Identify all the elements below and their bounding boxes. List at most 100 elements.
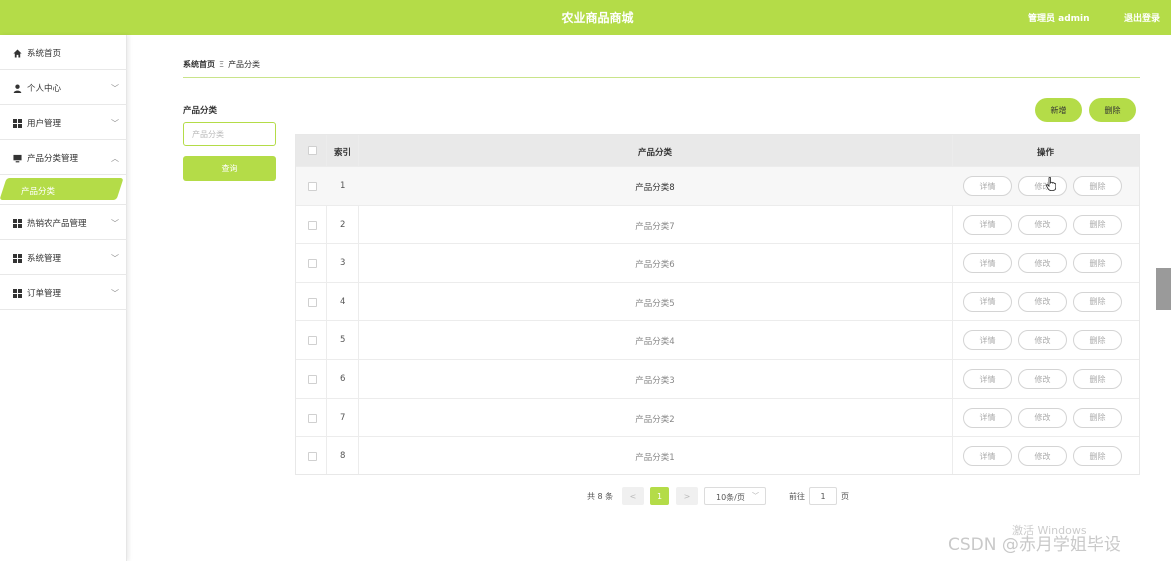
- table-row[interactable]: 3 产品分类6 详情 修改 删除: [296, 243, 1139, 282]
- row-index: 8: [340, 451, 346, 462]
- goto-label: 前往: [789, 492, 805, 501]
- sidebar-item-label: 热销农产品管理: [27, 219, 87, 229]
- row-checkbox[interactable]: [308, 336, 317, 346]
- row-category-name: 产品分类4: [635, 337, 675, 348]
- detail-button[interactable]: 详情: [963, 407, 1012, 428]
- delete-button[interactable]: 删除: [1073, 407, 1122, 428]
- pagination-total: 共 8 条: [587, 492, 614, 501]
- sidebar-item-system-management[interactable]: 系统管理 ﹀: [0, 240, 127, 275]
- admin-user-label: 管理员 admin: [1028, 14, 1090, 24]
- row-category-name: 产品分类1: [635, 453, 675, 464]
- add-button[interactable]: 新增: [1035, 98, 1082, 122]
- detail-button[interactable]: 详情: [963, 446, 1012, 467]
- page-size-select[interactable]: 10条/页 ﹀: [704, 487, 766, 505]
- breadcrumb-separator: Ξ: [219, 60, 225, 69]
- delete-button[interactable]: 删除: [1073, 176, 1122, 196]
- table-row[interactable]: 7 产品分类2 详情 修改 删除: [296, 397, 1139, 437]
- column-header-index: 索引: [334, 148, 352, 158]
- table-row[interactable]: 2 产品分类7 详情 修改 删除: [296, 204, 1139, 244]
- sidebar-item-label: 系统管理: [27, 254, 62, 264]
- sidebar-item-label: 订单管理: [27, 289, 62, 299]
- page-number-button[interactable]: 1: [650, 487, 669, 505]
- sidebar-item-label: 个人中心: [27, 84, 62, 94]
- table-row[interactable]: 6 产品分类3 详情 修改 删除: [296, 359, 1139, 398]
- sidebar-item-hot-products[interactable]: 热销农产品管理 ﹀: [0, 205, 127, 240]
- prev-page-button[interactable]: <: [622, 487, 644, 505]
- row-index: 2: [340, 219, 346, 230]
- detail-button[interactable]: 详情: [963, 214, 1012, 235]
- grid-icon: [13, 119, 22, 128]
- chevron-down-icon: ﹀: [111, 219, 119, 228]
- delete-button[interactable]: 删除: [1073, 214, 1122, 235]
- breadcrumb-home[interactable]: 系统首页: [183, 60, 215, 69]
- edit-button[interactable]: 修改: [1018, 446, 1067, 467]
- delete-button[interactable]: 删除: [1073, 369, 1122, 389]
- chevron-down-icon: ﹀: [111, 254, 119, 263]
- table-row[interactable]: 5 产品分类4 详情 修改 删除: [296, 320, 1139, 359]
- breadcrumb-divider: [183, 77, 1140, 78]
- sidebar-item-home[interactable]: 系统首页: [0, 35, 127, 70]
- sidebar-item-label: 系统首页: [27, 49, 62, 59]
- table-row[interactable]: 1 产品分类8 详情 修改 删除: [296, 166, 1139, 205]
- home-icon: [13, 49, 22, 58]
- page-unit-label: 页: [841, 492, 849, 501]
- edit-button[interactable]: 修改: [1018, 407, 1067, 428]
- sidebar-item-category-management[interactable]: 产品分类管理 ︿: [0, 140, 127, 175]
- chevron-up-icon: ︿: [111, 154, 119, 163]
- active-highlight: [0, 178, 124, 200]
- delete-button[interactable]: 删除: [1073, 330, 1122, 351]
- row-category-name: 产品分类6: [635, 260, 675, 271]
- row-checkbox[interactable]: [308, 297, 317, 307]
- row-checkbox[interactable]: [308, 220, 317, 230]
- sidebar-item-personal-center[interactable]: 个人中心 ﹀: [0, 70, 127, 105]
- edit-button[interactable]: 修改: [1018, 253, 1067, 274]
- chevron-down-icon: ﹀: [111, 289, 119, 298]
- monitor-icon: [13, 154, 22, 163]
- sidebar-subitem-product-category[interactable]: 产品分类: [0, 175, 127, 205]
- top-bar: 农业商品商城 管理员 admin 退出登录: [0, 0, 1171, 35]
- row-category-name: 产品分类2: [635, 414, 675, 425]
- hand-cursor-icon: [1046, 177, 1056, 191]
- row-category-name: 产品分类7: [635, 221, 675, 232]
- edit-button[interactable]: 修改: [1018, 369, 1067, 389]
- edit-button[interactable]: 修改: [1018, 291, 1067, 312]
- site-title: 农业商品商城: [561, 11, 634, 25]
- delete-button[interactable]: 删除: [1073, 446, 1122, 467]
- batch-delete-button[interactable]: 删除: [1089, 98, 1136, 122]
- row-category-name: 产品分类8: [635, 183, 675, 193]
- query-button[interactable]: 查询: [183, 156, 276, 181]
- edit-button[interactable]: 修改: [1018, 214, 1067, 235]
- category-search-input[interactable]: [183, 122, 276, 146]
- edit-button[interactable]: 修改: [1018, 176, 1067, 196]
- scrollbar-thumb[interactable]: [1156, 268, 1171, 310]
- sidebar: 系统首页 个人中心 ﹀ 用户管理 ﹀ 产品分类管理 ︿ 产品分类 热销农产品管理…: [0, 35, 127, 561]
- breadcrumb-current: 产品分类: [228, 60, 261, 69]
- sidebar-item-order-management[interactable]: 订单管理 ﹀: [0, 275, 127, 310]
- logout-link[interactable]: 退出登录: [1124, 11, 1160, 24]
- row-checkbox[interactable]: [308, 375, 317, 384]
- row-index: 6: [340, 374, 346, 384]
- detail-button[interactable]: 详情: [963, 176, 1012, 196]
- row-checkbox[interactable]: [308, 413, 317, 423]
- row-checkbox[interactable]: [308, 182, 317, 191]
- sidebar-item-user-management[interactable]: 用户管理 ﹀: [0, 105, 127, 140]
- chevron-down-icon: ﹀: [111, 119, 119, 128]
- chevron-down-icon: ﹀: [111, 84, 119, 93]
- table-row[interactable]: 8 产品分类1 详情 修改 删除: [296, 436, 1139, 475]
- detail-button[interactable]: 详情: [963, 253, 1012, 274]
- detail-button[interactable]: 详情: [963, 291, 1012, 312]
- column-header-name: 产品分类: [637, 148, 672, 158]
- detail-button[interactable]: 详情: [963, 369, 1012, 389]
- select-all-checkbox[interactable]: [308, 146, 317, 155]
- row-index: 1: [340, 181, 346, 191]
- goto-page-input[interactable]: [809, 487, 837, 505]
- table-row[interactable]: 4 产品分类5 详情 修改 删除: [296, 281, 1139, 321]
- delete-button[interactable]: 删除: [1073, 253, 1122, 274]
- edit-button[interactable]: 修改: [1018, 330, 1067, 351]
- delete-button[interactable]: 删除: [1073, 291, 1122, 312]
- next-page-button[interactable]: >: [676, 487, 698, 505]
- detail-button[interactable]: 详情: [963, 330, 1012, 351]
- row-category-name: 产品分类5: [635, 298, 675, 309]
- row-checkbox[interactable]: [308, 259, 317, 269]
- row-checkbox[interactable]: [308, 452, 317, 462]
